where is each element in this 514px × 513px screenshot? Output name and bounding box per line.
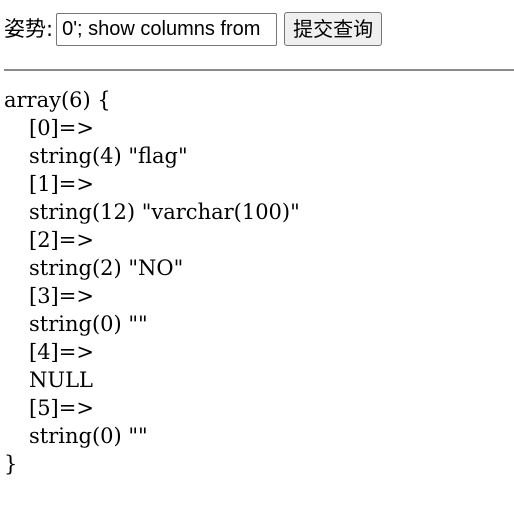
dump-array-close: } — [4, 452, 18, 476]
dump-key-1: [1]=> — [29, 172, 94, 196]
dump-value-1: string(12) "varchar(100)" — [29, 200, 300, 224]
divider — [4, 69, 514, 71]
dump-value-3: string(0) "" — [29, 312, 148, 336]
var-dump-output: array(6) { [0]=> string(4) "flag" [1]=> stri… — [4, 86, 300, 478]
dump-key-4: [4]=> — [29, 340, 94, 364]
query-form: 姿势: 提交查询 — [4, 11, 383, 47]
dump-value-5: string(0) "" — [29, 424, 148, 448]
dump-key-0: [0]=> — [29, 116, 94, 140]
dump-array-open: array(6) { — [4, 88, 111, 112]
dump-value-4: NULL — [29, 368, 93, 392]
dump-value-2: string(2) "NO" — [29, 256, 184, 280]
dump-key-3: [3]=> — [29, 284, 94, 308]
dump-key-5: [5]=> — [29, 396, 94, 420]
dump-value-0: string(4) "flag" — [29, 144, 188, 168]
dump-key-2: [2]=> — [29, 228, 94, 252]
submit-query-button[interactable]: 提交查询 — [284, 12, 383, 46]
query-input[interactable] — [56, 12, 278, 46]
query-label: 姿势: — [4, 17, 54, 41]
